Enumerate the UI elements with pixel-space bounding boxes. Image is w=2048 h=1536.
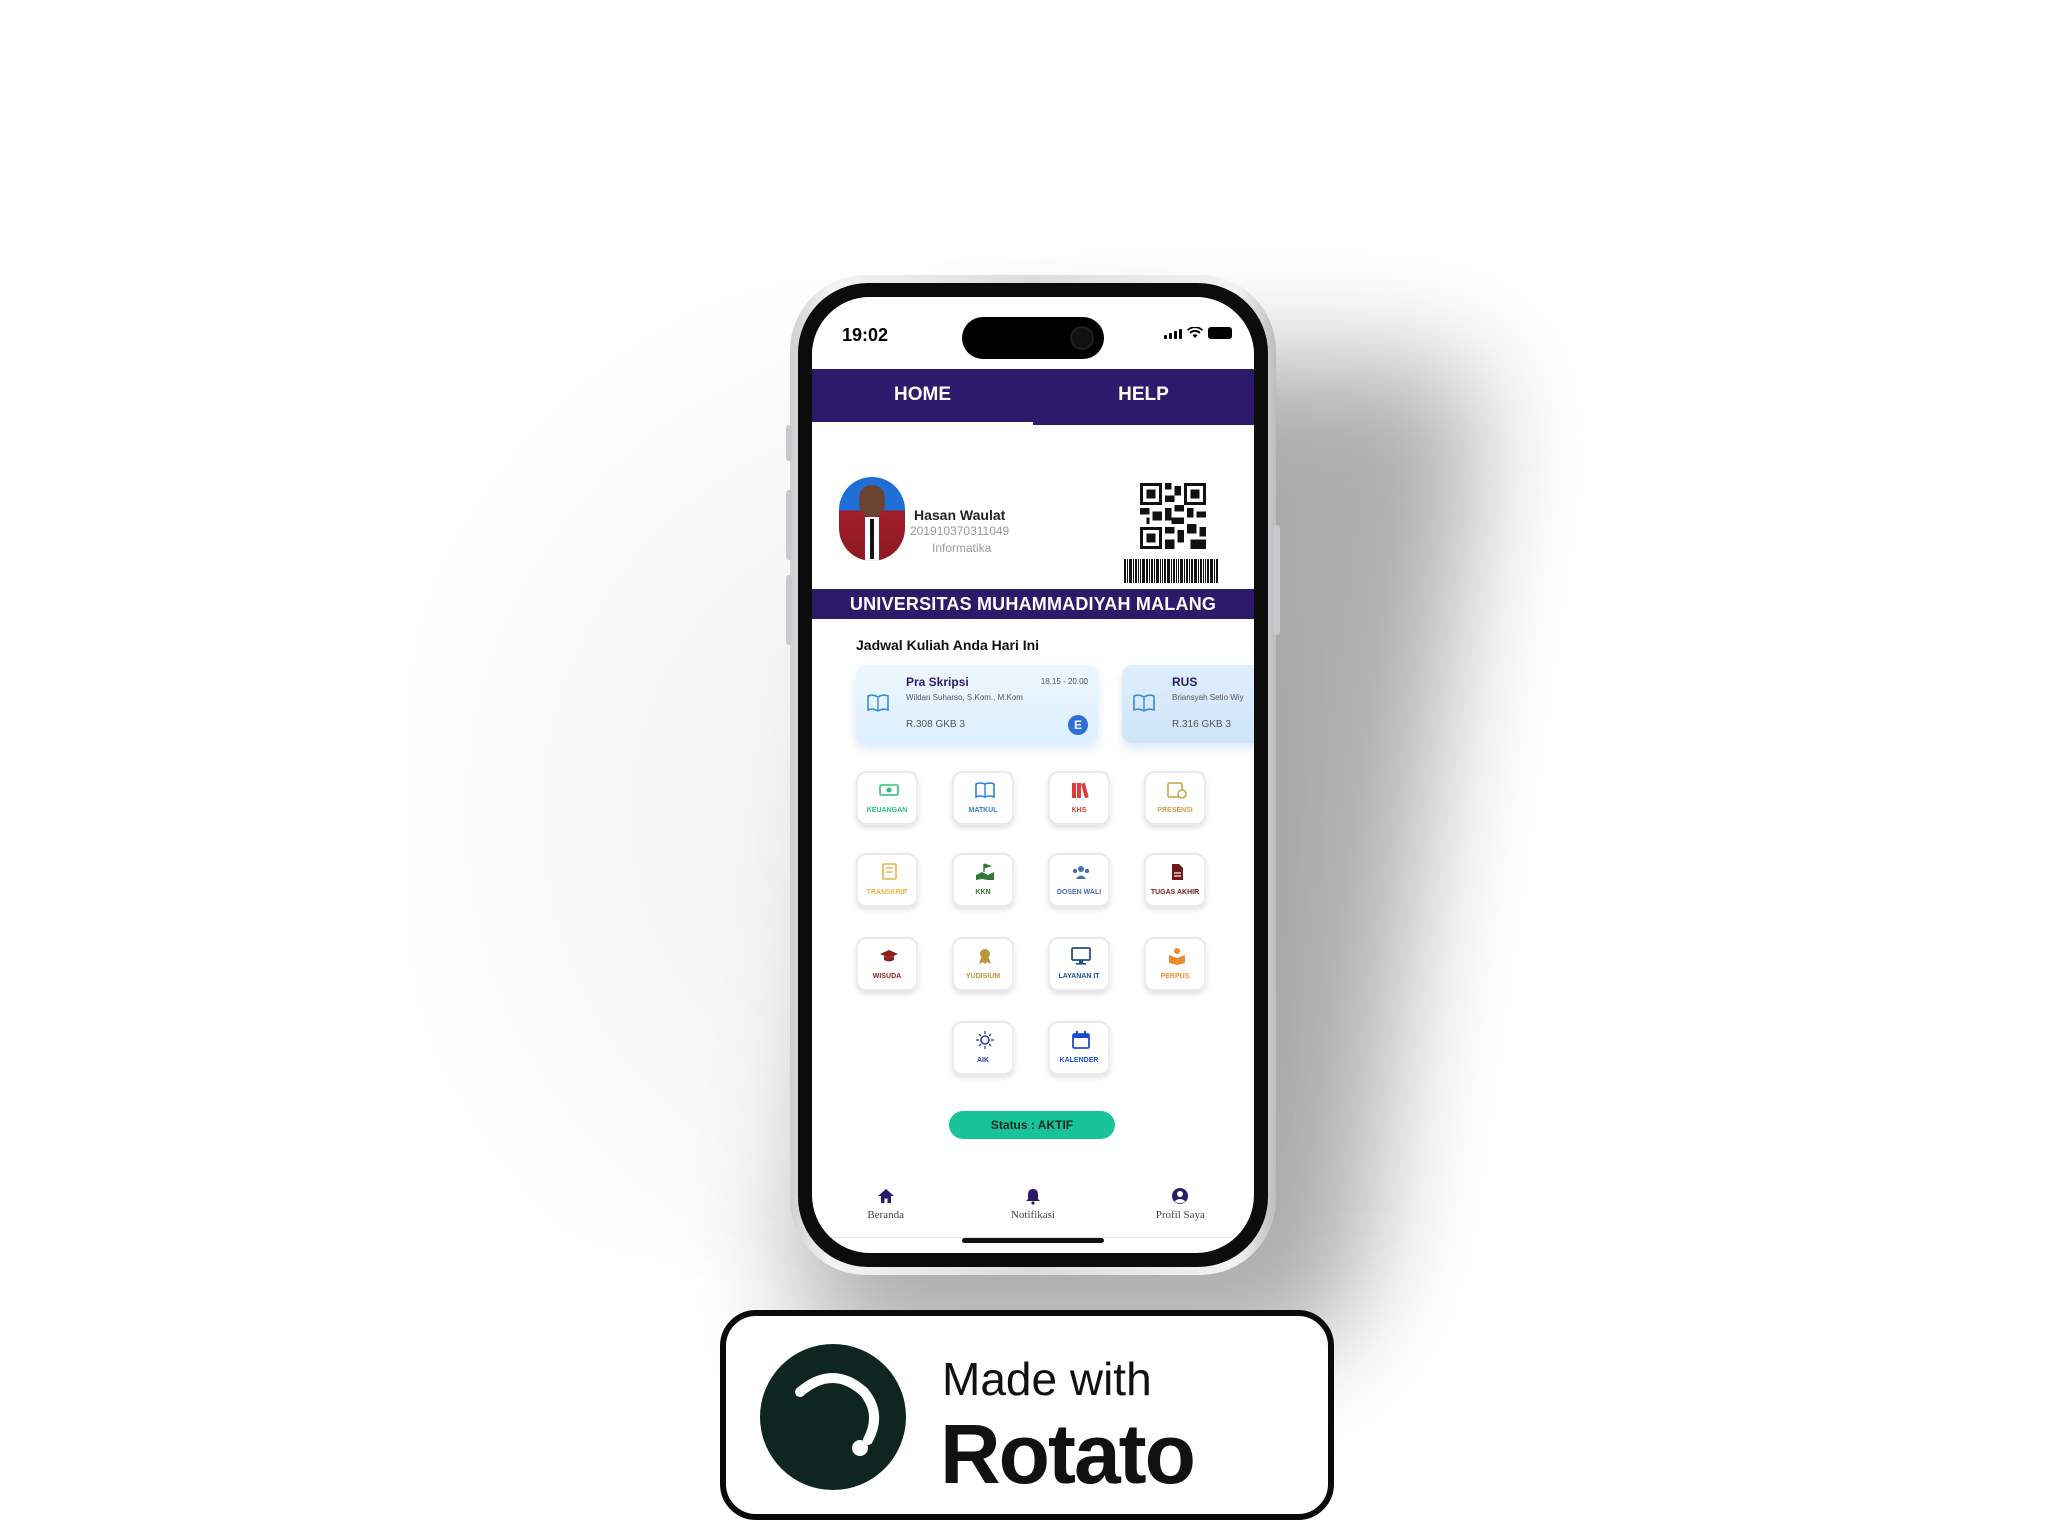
app-screen: 19:02 HOME HELP Hasan Waulat 20191037031… [812,297,1254,1253]
schedule-lecturer: Briansyah Setio Wiy [1172,693,1244,702]
bell-icon [1025,1189,1040,1205]
profile-card: Hasan Waulat 201910370311049 Informatika [812,447,1254,583]
schedule-room: R.316 GKB 3 [1172,719,1231,730]
file-icon [1172,864,1183,880]
home-icon [877,1189,894,1203]
book-icon [975,782,995,799]
university-banner: UNIVERSITAS MUHAMMADIYAH MALANG [812,589,1254,619]
avatar[interactable] [839,477,905,561]
tab-help[interactable]: HELP [1033,369,1254,425]
people-icon [1072,866,1090,879]
schedule-course: RUS [1172,675,1198,689]
status-icons [1164,327,1232,339]
cash-icon [879,784,899,796]
menu-wisuda[interactable]: WISUDA [856,937,918,991]
signal-icon [1164,329,1182,339]
schedule-badge: E [1068,715,1088,735]
menu-aik[interactable]: AIK [952,1021,1014,1075]
menu-matkul[interactable]: MATKUL [952,771,1014,825]
status-bar: 19:02 [812,297,1254,377]
stage: 19:02 HOME HELP Hasan Waulat 20191037031… [0,0,2048,1536]
qr-code-icon[interactable] [1140,483,1206,549]
schedule-room: R.308 GKB 3 [906,719,965,730]
phone-power-button [1274,525,1280,635]
nav-profil-saya[interactable]: Profil Saya [1107,1187,1254,1247]
badge-made-with: Made with [942,1353,1152,1405]
book-icon [867,694,889,712]
schedule-carousel[interactable]: Pra Skripsi 18.15 - 20.00 Wildan Suharso… [856,665,1254,745]
profile-program: Informatika [932,541,992,555]
menu-dosen-wali[interactable]: DOSEN WALI [1048,853,1110,907]
tab-home[interactable]: HOME [812,369,1033,425]
home-indicator [962,1238,1104,1243]
schedule-card[interactable]: Pra Skripsi 18.15 - 20.00 Wildan Suharso… [856,665,1098,743]
phone-frame: 19:02 HOME HELP Hasan Waulat 20191037031… [786,275,1280,1275]
menu-yudisium[interactable]: YUDISIUM [952,937,1014,991]
menu-kkn[interactable]: KKN [952,853,1014,907]
schedule-time: 18.15 - 20.00 [1040,677,1088,686]
graduation-cap-icon [880,950,898,962]
menu-transkrip[interactable]: TRANSKRIP [856,853,918,907]
map-flag-icon [976,863,994,880]
schedule-title: Jadwal Kuliah Anda Hari Ini [856,637,1040,653]
menu-kalender[interactable]: KALENDER [1048,1021,1110,1075]
schedule-card[interactable]: RUS Briansyah Setio Wiy R.316 GKB 3 [1122,665,1254,743]
book-icon [1133,694,1155,712]
award-icon [979,949,991,964]
menu-layanan-it[interactable]: LAYANAN IT [1048,937,1110,991]
wifi-icon [1187,327,1203,338]
status-badge: Status : AKTIF [949,1111,1115,1139]
menu-keuangan[interactable]: KEUANGAN [856,771,918,825]
phone-volume-down [786,575,792,645]
monitor-icon [1071,947,1091,965]
dynamic-island [962,317,1104,359]
profile-name: Hasan Waulat [914,507,1006,523]
calendar-icon [1072,1031,1090,1049]
menu-tugas-akhir[interactable]: TUGAS AKHIR [1144,853,1206,907]
made-with-rotato-badge[interactable]: Made with Rotato [720,1310,1334,1520]
camera-icon [1070,326,1094,350]
reader-icon [1169,948,1185,965]
top-nav: HOME HELP [812,369,1254,425]
books-icon [1072,782,1089,799]
status-time: 19:02 [842,325,889,345]
battery-icon [1208,327,1232,339]
badge-brand: Rotato [940,1407,1196,1501]
nav-beranda[interactable]: Beranda [812,1187,959,1247]
document-stack-icon [882,863,897,880]
phone-volume-up [786,490,792,560]
phone-action-button [786,425,792,461]
schedule-lecturer: Wildan Suharso, S.Kom., M.Kom [906,693,1023,702]
sun-emblem-icon [976,1031,994,1049]
schedule-course: Pra Skripsi [906,675,969,689]
menu-perpus[interactable]: PERPUS [1144,937,1206,991]
menu-khs[interactable]: KHS [1048,771,1110,825]
phone-bezel: 19:02 HOME HELP Hasan Waulat 20191037031… [798,283,1268,1267]
rotato-logo-icon [760,1344,906,1490]
profile-nim: 201910370311049 [910,524,1010,538]
barcode-icon [1124,559,1226,583]
calendar-clock-icon [1167,782,1187,799]
user-circle-icon [1172,1188,1189,1204]
menu-presensi[interactable]: PRESENSI [1144,771,1206,825]
